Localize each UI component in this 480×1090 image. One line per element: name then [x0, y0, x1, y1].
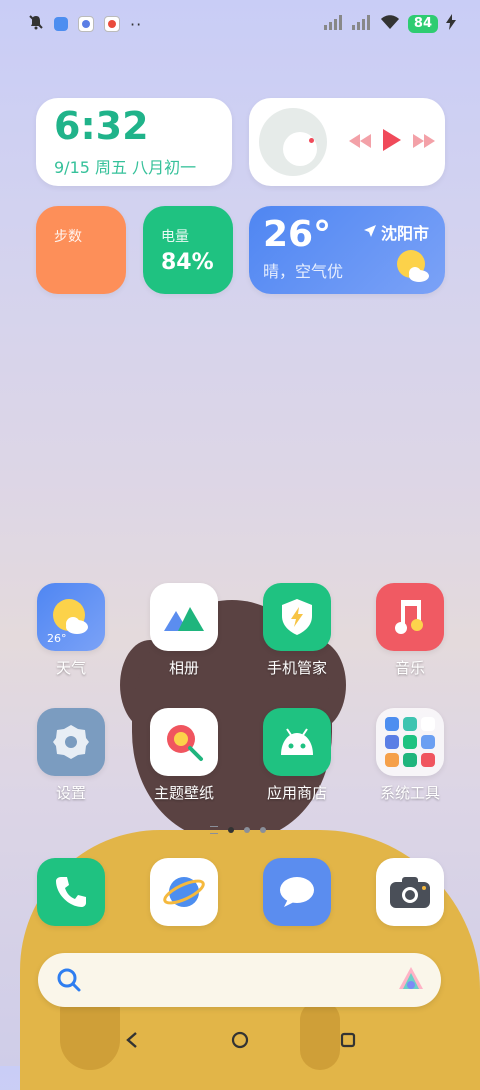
app-weather[interactable]: 26° 天气 [21, 583, 121, 678]
weather-app-icon: 26° [37, 583, 105, 651]
back-icon[interactable] [118, 1026, 146, 1054]
recents-icon[interactable] [334, 1026, 362, 1054]
app-gallery[interactable]: 相册 [134, 583, 234, 678]
clock-widget[interactable]: 6:32 9/15 周五 八月初一 [36, 98, 232, 186]
signal-icon [351, 14, 372, 34]
android-app-icon [263, 708, 331, 776]
steps-label: 步数 [54, 229, 82, 245]
status-bar: ·· 84 [0, 0, 480, 48]
album-disc-icon [259, 108, 327, 176]
dock-browser[interactable] [134, 858, 234, 926]
app-music[interactable]: 音乐 [360, 583, 460, 678]
app-settings[interactable]: 设置 [21, 708, 121, 803]
app-label: 天气 [55, 659, 86, 677]
app-label: 主题壁纸 [153, 784, 214, 802]
wifi-icon [380, 14, 400, 34]
weather-city: 沈阳市 [380, 224, 429, 243]
page-indicator[interactable] [210, 826, 266, 834]
battery-value: 84% [161, 250, 214, 275]
browser-planet-icon [150, 858, 218, 926]
messages-icon [263, 858, 331, 926]
app-store[interactable]: 应用商店 [247, 708, 347, 803]
clock-date: 9/15 周五 八月初一 [54, 158, 197, 177]
page-dot [244, 827, 250, 833]
navigation-bar [0, 1012, 480, 1066]
mute-notifications-icon [28, 14, 44, 34]
app-themes[interactable]: 主题壁纸 [134, 708, 234, 803]
page-dot [260, 827, 266, 833]
ai-assistant-icon[interactable] [397, 965, 425, 997]
battery-level: 84 [407, 15, 438, 33]
phone-icon [37, 858, 105, 926]
steps-widget[interactable]: 步数 [36, 206, 126, 294]
app-label: 手机管家 [266, 659, 327, 677]
gallery-app-icon [150, 583, 218, 651]
charging-icon [446, 14, 456, 34]
camera-icon [376, 858, 444, 926]
weather-desc: 晴，空气优 [263, 262, 344, 281]
app-security[interactable]: 手机管家 [247, 583, 347, 678]
app-label: 音乐 [394, 659, 425, 677]
previous-track-icon[interactable] [349, 133, 371, 152]
app-label: 系统工具 [379, 784, 440, 802]
search-bar[interactable] [38, 953, 441, 1007]
app-notification-icon [54, 17, 68, 31]
battery-widget[interactable]: 电量 84% [143, 206, 233, 294]
dock-phone[interactable] [21, 858, 121, 926]
app-label: 应用商店 [266, 784, 327, 802]
next-track-icon[interactable] [413, 133, 435, 152]
security-app-icon [263, 583, 331, 651]
clock-time: 6:32 [54, 104, 149, 148]
dock-messages[interactable] [247, 858, 347, 926]
location-arrow-icon [363, 223, 377, 242]
weather-widget[interactable]: 26° 晴，空气优 沈阳市 [249, 206, 445, 294]
signal-icon [323, 14, 344, 34]
more-notifications: ·· [130, 14, 143, 34]
home-icon[interactable] [226, 1026, 254, 1054]
folder-icon [376, 708, 444, 776]
search-icon [56, 967, 82, 997]
weather-temp: 26° [263, 214, 332, 255]
music-widget[interactable] [249, 98, 445, 186]
app-notification-icon [78, 16, 94, 32]
music-app-icon [376, 583, 444, 651]
app-label: 设置 [55, 784, 86, 802]
themes-app-icon [150, 708, 218, 776]
page-indicator-feed [210, 826, 218, 834]
settings-gear-icon [37, 708, 105, 776]
weather-app-badge: 26° [47, 632, 67, 645]
dock-camera[interactable] [360, 858, 460, 926]
sunny-cloud-icon [395, 248, 429, 282]
weather-location: 沈阳市 [363, 220, 429, 244]
app-folder-system-tools[interactable]: 系统工具 [360, 708, 460, 803]
page-dot-active [228, 827, 234, 833]
battery-label: 电量 [161, 229, 189, 245]
play-icon[interactable] [381, 128, 403, 156]
app-label: 相册 [168, 659, 199, 677]
weibo-notification-icon [104, 16, 120, 32]
